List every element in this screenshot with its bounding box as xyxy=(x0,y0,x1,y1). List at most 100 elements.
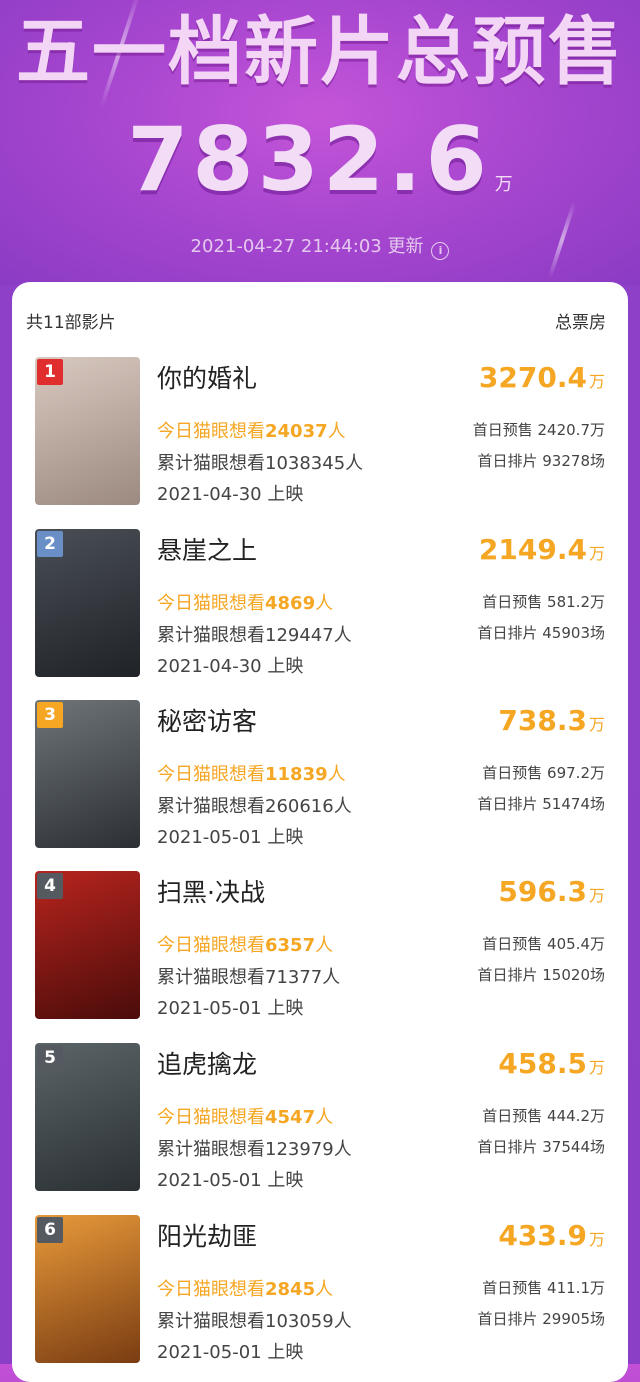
film-gross: 596.3 万 xyxy=(498,875,605,908)
film-poster[interactable]: 2 xyxy=(35,529,140,677)
film-row[interactable]: 2 悬崖之上 今日猫眼想看4869人 累计猫眼想看129447人 2021-04… xyxy=(35,529,605,679)
film-gross: 433.9 万 xyxy=(498,1219,605,1252)
film-gross-value: 3270.4 xyxy=(478,361,587,394)
list-header: 共11部影片 总票房 xyxy=(26,308,606,333)
first-day-shows: 首日排片 93278场 xyxy=(477,452,606,470)
film-gross-unit: 万 xyxy=(588,886,605,905)
total-presale-unit: 万 xyxy=(494,174,513,195)
rank-badge: 2 xyxy=(37,531,63,557)
today-want-unit: 人 xyxy=(315,1107,334,1128)
today-want-unit: 人 xyxy=(327,764,346,785)
film-gross: 458.5 万 xyxy=(498,1047,605,1080)
box-office-column-label: 总票房 xyxy=(555,313,606,333)
cumulative-want-to-see: 累计猫眼想看103059人 xyxy=(157,1311,352,1332)
film-row[interactable]: 3 秘密访客 今日猫眼想看11839人 累计猫眼想看260616人 2021-0… xyxy=(35,700,605,850)
film-poster[interactable]: 6 xyxy=(35,1215,140,1363)
rank-badge: 6 xyxy=(37,1217,63,1243)
cumulative-want-to-see: 累计猫眼想看129447人 xyxy=(157,625,352,646)
film-gross-unit: 万 xyxy=(588,715,605,734)
today-want-to-see: 今日猫眼想看4547人 xyxy=(157,1103,333,1129)
film-title[interactable]: 你的婚礼 xyxy=(157,359,257,395)
today-want-label: 今日猫眼想看 xyxy=(157,764,265,785)
today-want-unit: 人 xyxy=(315,1279,334,1300)
film-row[interactable]: 5 追虎擒龙 今日猫眼想看4547人 累计猫眼想看123979人 2021-05… xyxy=(35,1043,605,1193)
today-want-count: 24037 xyxy=(265,421,328,442)
first-day-shows: 首日排片 45903场 xyxy=(477,624,606,642)
film-row[interactable]: 1 你的婚礼 今日猫眼想看24037人 累计猫眼想看1038345人 2021-… xyxy=(35,357,605,507)
rank-badge: 1 xyxy=(37,359,63,385)
total-presale-value: 7832.6 xyxy=(127,108,491,211)
today-want-to-see: 今日猫眼想看2845人 xyxy=(157,1275,333,1301)
film-gross-unit: 万 xyxy=(588,1230,605,1249)
film-gross-value: 433.9 xyxy=(498,1219,587,1252)
today-want-count: 4547 xyxy=(265,1107,316,1128)
release-date: 2021-05-01 上映 xyxy=(157,1342,304,1363)
first-day-shows: 首日排片 37544场 xyxy=(477,1138,606,1156)
cumulative-want-to-see: 累计猫眼想看1038345人 xyxy=(157,453,364,474)
first-day-shows: 首日排片 15020场 xyxy=(477,966,606,984)
film-poster[interactable]: 4 xyxy=(35,871,140,1019)
film-gross: 2149.4 万 xyxy=(479,533,605,566)
today-want-label: 今日猫眼想看 xyxy=(157,421,265,442)
header-banner: 五一档新片总预售 7832.6 万 2021-04-27 21:44:03 更新 i xyxy=(0,0,640,285)
first-day-presale: 首日预售 444.2万 xyxy=(482,1107,605,1125)
film-gross-unit: 万 xyxy=(588,544,605,563)
film-title[interactable]: 悬崖之上 xyxy=(157,531,257,567)
today-want-label: 今日猫眼想看 xyxy=(157,593,265,614)
film-title[interactable]: 扫黑·决战 xyxy=(157,873,265,909)
film-gross-value: 738.3 xyxy=(498,704,587,737)
film-count: 共11部影片 xyxy=(26,313,116,333)
release-date: 2021-05-01 上映 xyxy=(157,1170,304,1191)
film-row[interactable]: 6 阳光劫匪 今日猫眼想看2845人 累计猫眼想看103059人 2021-05… xyxy=(35,1215,605,1365)
today-want-label: 今日猫眼想看 xyxy=(157,1107,265,1128)
film-gross-value: 2149.4 xyxy=(478,533,587,566)
film-gross-value: 596.3 xyxy=(498,875,587,908)
film-title[interactable]: 阳光劫匪 xyxy=(157,1217,257,1253)
film-poster[interactable]: 5 xyxy=(35,1043,140,1191)
film-poster[interactable]: 1 xyxy=(35,357,140,505)
info-icon[interactable]: i xyxy=(431,242,450,260)
total-presale: 7832.6 万 xyxy=(0,108,640,211)
cumulative-want-to-see: 累计猫眼想看123979人 xyxy=(157,1139,352,1160)
first-day-shows: 首日排片 29905场 xyxy=(477,1310,606,1328)
release-date: 2021-04-30 上映 xyxy=(157,656,304,677)
first-day-presale: 首日预售 2420.7万 xyxy=(472,421,605,439)
today-want-count: 2845 xyxy=(265,1279,316,1300)
cumulative-want-to-see: 累计猫眼想看71377人 xyxy=(157,967,341,988)
today-want-to-see: 今日猫眼想看4869人 xyxy=(157,589,333,615)
today-want-unit: 人 xyxy=(327,421,346,442)
update-time: 2021-04-27 21:44:03 更新 xyxy=(190,236,424,257)
update-time-row: 2021-04-27 21:44:03 更新 i xyxy=(0,232,640,260)
rank-badge: 4 xyxy=(37,873,63,899)
film-poster[interactable]: 3 xyxy=(35,700,140,848)
page-title: 五一档新片总预售 xyxy=(16,9,624,95)
rank-badge: 5 xyxy=(37,1045,63,1071)
first-day-presale: 首日预售 697.2万 xyxy=(482,764,605,782)
first-day-presale: 首日预售 581.2万 xyxy=(482,593,605,611)
today-want-unit: 人 xyxy=(315,593,334,614)
first-day-presale: 首日预售 411.1万 xyxy=(482,1279,605,1297)
release-date: 2021-04-30 上映 xyxy=(157,484,304,505)
today-want-to-see: 今日猫眼想看6357人 xyxy=(157,931,333,957)
today-want-count: 4869 xyxy=(265,593,316,614)
film-row[interactable]: 4 扫黑·决战 今日猫眼想看6357人 累计猫眼想看71377人 2021-05… xyxy=(35,871,605,1021)
film-title[interactable]: 秘密访客 xyxy=(157,702,257,738)
today-want-count: 11839 xyxy=(265,764,328,785)
today-want-to-see: 今日猫眼想看24037人 xyxy=(157,417,346,443)
first-day-shows: 首日排片 51474场 xyxy=(477,795,606,813)
today-want-count: 6357 xyxy=(265,935,316,956)
today-want-to-see: 今日猫眼想看11839人 xyxy=(157,760,346,786)
today-want-label: 今日猫眼想看 xyxy=(157,935,265,956)
first-day-presale: 首日预售 405.4万 xyxy=(482,935,605,953)
film-gross: 738.3 万 xyxy=(498,704,605,737)
film-title[interactable]: 追虎擒龙 xyxy=(157,1045,257,1081)
film-gross-unit: 万 xyxy=(588,1058,605,1077)
cumulative-want-to-see: 累计猫眼想看260616人 xyxy=(157,796,352,817)
film-gross: 3270.4 万 xyxy=(479,361,605,394)
film-gross-value: 458.5 xyxy=(498,1047,587,1080)
film-gross-unit: 万 xyxy=(588,372,605,391)
today-want-label: 今日猫眼想看 xyxy=(157,1279,265,1300)
today-want-unit: 人 xyxy=(315,935,334,956)
release-date: 2021-05-01 上映 xyxy=(157,827,304,848)
rank-badge: 3 xyxy=(37,702,63,728)
